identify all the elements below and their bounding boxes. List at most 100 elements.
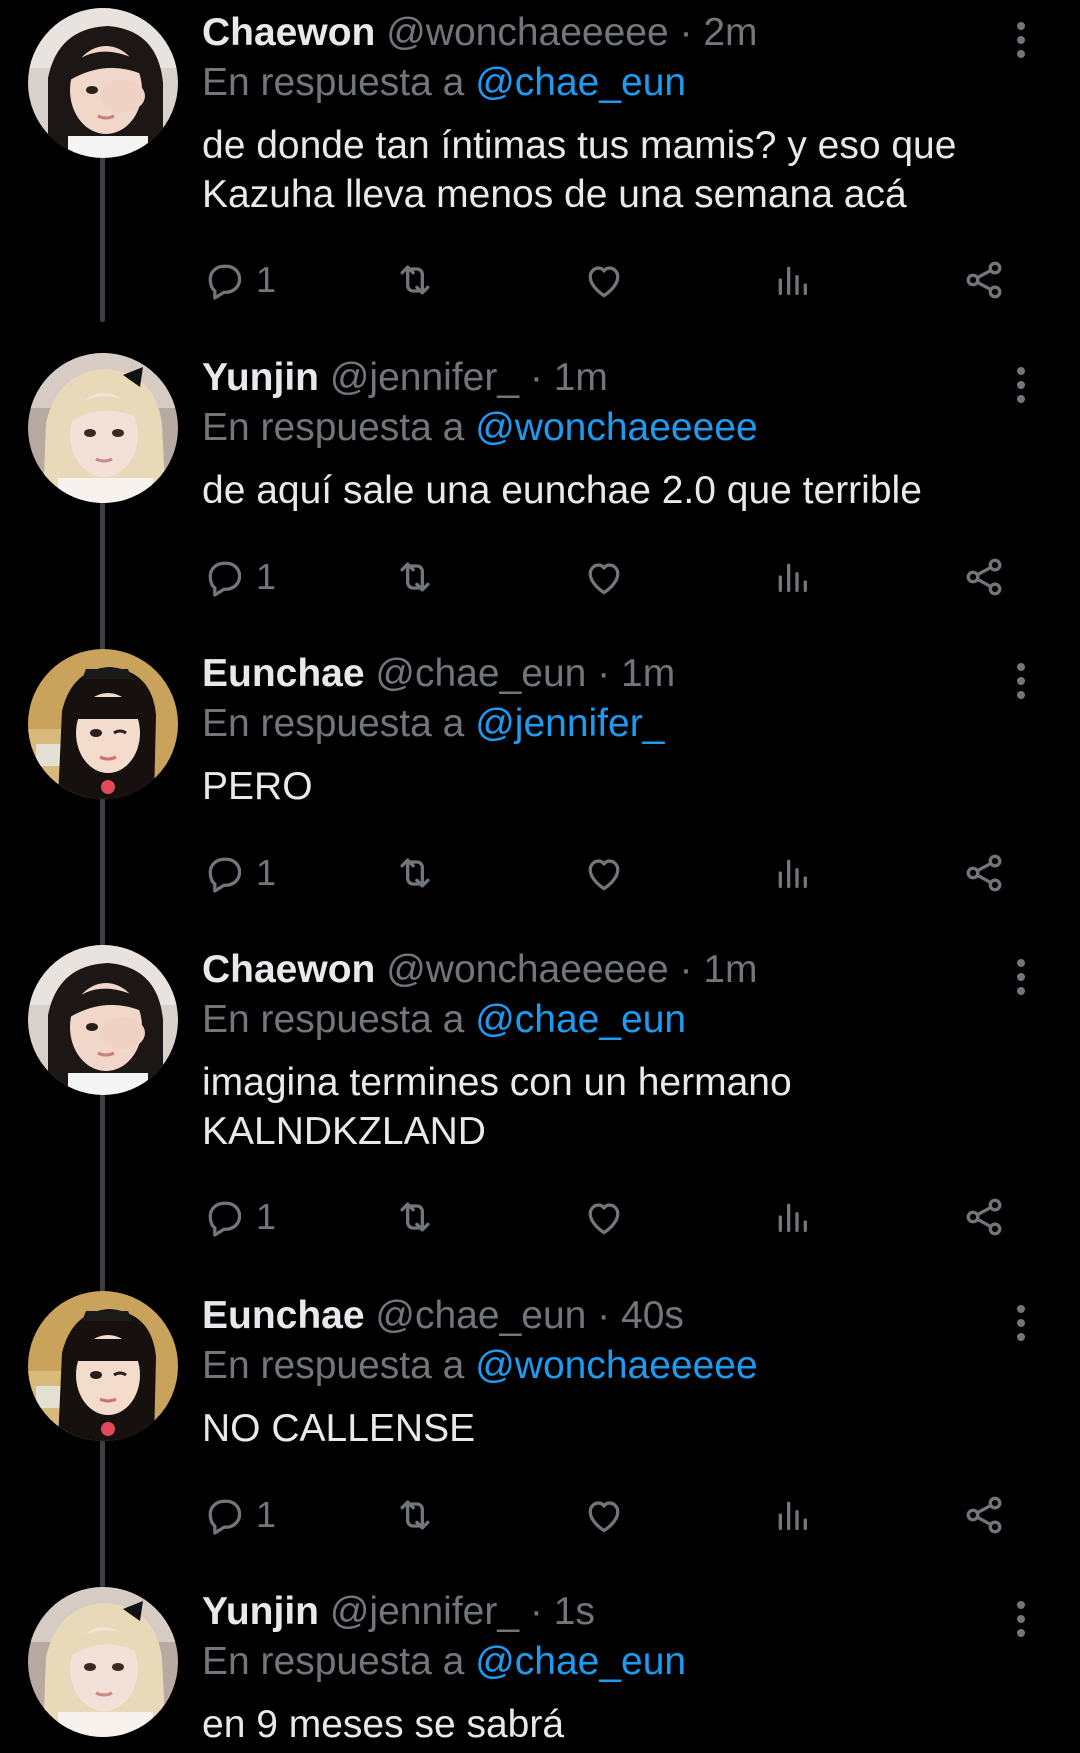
views-button[interactable] xyxy=(772,255,812,305)
display-name[interactable]: Chaewon xyxy=(202,11,375,54)
reply-count: 1 xyxy=(256,852,277,893)
reply-mention-link[interactable]: @wonchaeeeee xyxy=(475,406,757,449)
retweet-icon xyxy=(400,562,430,592)
views-button[interactable] xyxy=(772,848,812,898)
tweet-content: Eunchae @chae_eun · 40s En respuesta a @… xyxy=(202,1291,1002,1453)
avatar[interactable] xyxy=(28,945,178,1095)
share-button[interactable] xyxy=(962,1192,1006,1242)
username[interactable]: @chae_eun xyxy=(375,652,586,695)
avatar[interactable] xyxy=(28,649,178,799)
username[interactable]: @wonchaeeeee xyxy=(386,11,668,54)
share-button[interactable] xyxy=(962,255,1006,305)
thread-line xyxy=(100,796,105,946)
profile-photo-icon xyxy=(28,649,178,799)
avatar[interactable] xyxy=(28,1291,178,1441)
reply-mention-link[interactable]: @chae_eun xyxy=(475,998,686,1041)
reply-context: En respuesta a @wonchaeeeee xyxy=(202,1341,1002,1391)
views-button[interactable] xyxy=(772,1490,812,1540)
reply-context: En respuesta a @wonchaeeeee xyxy=(202,403,1002,453)
avatar[interactable] xyxy=(28,353,178,503)
reply-mention-link[interactable]: @chae_eun xyxy=(475,61,686,104)
reply-icon xyxy=(208,857,242,893)
more-options-icon[interactable] xyxy=(1014,663,1028,703)
timestamp[interactable]: 1m xyxy=(554,356,608,399)
reply-button[interactable]: 1 xyxy=(202,848,276,898)
separator: · xyxy=(679,11,693,54)
separator: · xyxy=(597,652,611,695)
retweet-button[interactable] xyxy=(392,1192,438,1242)
views-icon xyxy=(778,859,807,888)
like-button[interactable] xyxy=(582,552,626,602)
profile-photo-icon xyxy=(28,8,178,158)
reply-button[interactable]: 1 xyxy=(202,552,276,602)
display-name[interactable]: Eunchae xyxy=(202,652,365,695)
share-button[interactable] xyxy=(962,552,1006,602)
timestamp[interactable]: 1m xyxy=(703,948,757,991)
like-button[interactable] xyxy=(582,255,626,305)
display-name[interactable]: Chaewon xyxy=(202,948,375,991)
timestamp[interactable]: 1s xyxy=(554,1590,595,1633)
like-button[interactable] xyxy=(582,1192,626,1242)
reply-prefix: En respuesta a xyxy=(202,406,465,449)
username[interactable]: @wonchaeeeee xyxy=(386,948,668,991)
reply-prefix: En respuesta a xyxy=(202,1344,465,1387)
like-button[interactable] xyxy=(582,848,626,898)
reply-button[interactable]: 1 xyxy=(202,1192,276,1242)
tweet-text: NO CALLENSE xyxy=(202,1407,476,1450)
reply-mention-link[interactable]: @jennifer_ xyxy=(475,702,664,745)
share-icon xyxy=(966,1198,1002,1236)
reply-icon xyxy=(208,561,242,597)
retweet-icon xyxy=(400,265,430,295)
share-button[interactable] xyxy=(962,848,1006,898)
views-button[interactable] xyxy=(772,552,812,602)
reply-button[interactable]: 1 xyxy=(202,255,276,305)
retweet-button[interactable] xyxy=(392,552,438,602)
display-name[interactable]: Yunjin xyxy=(202,1590,319,1633)
more-options-icon[interactable] xyxy=(1014,1601,1028,1641)
separator: · xyxy=(529,356,543,399)
thread-line xyxy=(100,1092,105,1292)
views-button[interactable] xyxy=(772,1192,812,1242)
reply-mention-link[interactable]: @wonchaeeeee xyxy=(475,1344,757,1387)
more-options-icon[interactable] xyxy=(1014,1305,1028,1345)
more-options-icon[interactable] xyxy=(1014,367,1028,407)
tweet-actions: 1 xyxy=(202,1192,1022,1242)
views-icon xyxy=(778,266,807,295)
username[interactable]: @jennifer_ xyxy=(330,1590,519,1633)
reply-mention-link[interactable]: @chae_eun xyxy=(475,1640,686,1683)
tweet-header: Chaewon @wonchaeeeee · 2m xyxy=(202,8,1002,58)
tweet-content: Chaewon @wonchaeeeee · 1m En respuesta a… xyxy=(202,945,1002,1156)
more-options-icon[interactable] xyxy=(1014,959,1028,999)
tweet-header: Yunjin @jennifer_ · 1m xyxy=(202,353,1002,403)
share-icon xyxy=(966,558,1002,596)
more-options-icon[interactable] xyxy=(1014,22,1028,62)
separator: · xyxy=(529,1590,543,1633)
reply-button[interactable]: 1 xyxy=(202,1490,276,1540)
tweet-content: Yunjin @jennifer_ · 1m En respuesta a @w… xyxy=(202,353,1002,515)
display-name[interactable]: Eunchae xyxy=(202,1294,365,1337)
tweet-content: Eunchae @chae_eun · 1m En respuesta a @j… xyxy=(202,649,1002,811)
avatar[interactable] xyxy=(28,8,178,158)
reply-context: En respuesta a @chae_eun xyxy=(202,58,1002,108)
retweet-button[interactable] xyxy=(392,255,438,305)
thread-line xyxy=(100,142,105,322)
tweet-content: Yunjin @jennifer_ · 1s En respuesta a @c… xyxy=(202,1587,1002,1749)
tweet-header: Eunchae @chae_eun · 40s xyxy=(202,1291,1002,1341)
like-button[interactable] xyxy=(582,1490,626,1540)
reply-context: En respuesta a @jennifer_ xyxy=(202,699,1002,749)
timestamp[interactable]: 40s xyxy=(621,1294,684,1337)
timestamp[interactable]: 2m xyxy=(703,11,757,54)
tweet-text: PERO xyxy=(202,765,313,808)
avatar[interactable] xyxy=(28,1587,178,1737)
reply-icon xyxy=(208,1201,242,1237)
timestamp[interactable]: 1m xyxy=(621,652,675,695)
display-name[interactable]: Yunjin xyxy=(202,356,319,399)
profile-photo-icon xyxy=(28,353,178,503)
username[interactable]: @chae_eun xyxy=(375,1294,586,1337)
retweet-button[interactable] xyxy=(392,1490,438,1540)
profile-photo-icon xyxy=(28,1291,178,1441)
share-button[interactable] xyxy=(962,1490,1006,1540)
retweet-button[interactable] xyxy=(392,848,438,898)
thread-line xyxy=(100,1438,105,1588)
username[interactable]: @jennifer_ xyxy=(330,356,519,399)
